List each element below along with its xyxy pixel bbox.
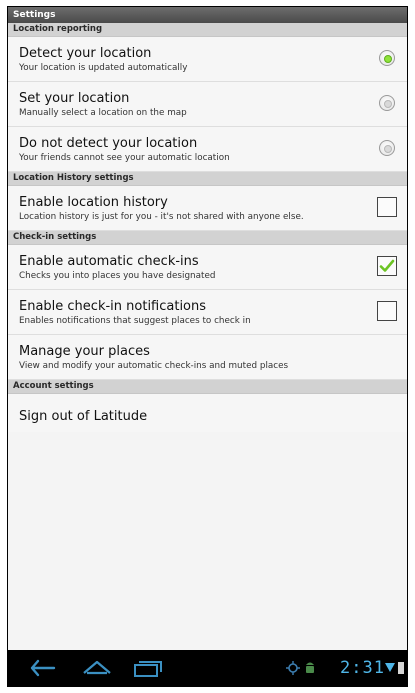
checkbox-location-history[interactable]: [377, 197, 397, 217]
page-title: Settings: [13, 10, 56, 20]
option-summary: Your friends cannot see your automatic l…: [19, 153, 230, 163]
section-checkin: Check-in settings: [8, 231, 407, 245]
option-detect-location[interactable]: Detect your location Your location is up…: [8, 37, 407, 82]
recent-apps-icon[interactable]: [130, 658, 164, 678]
option-title: Do not detect your location: [19, 136, 198, 151]
option-manage-places[interactable]: Manage your places View and modify your …: [8, 335, 407, 380]
option-title: Manage your places: [19, 344, 150, 359]
radio-dot-icon: [384, 55, 392, 63]
back-icon[interactable]: [28, 658, 62, 678]
option-title: Sign out of Latitude: [19, 409, 148, 424]
checkbox-automatic-checkins[interactable]: [377, 256, 397, 276]
home-icon[interactable]: [80, 658, 114, 678]
radio-do-not-detect[interactable]: [379, 140, 395, 156]
signal-icon: [385, 663, 395, 672]
radio-dot-icon: [384, 100, 392, 108]
empty-area: [8, 432, 407, 650]
option-title: Enable automatic check-ins: [19, 254, 199, 269]
option-summary: Enables notifications that suggest place…: [19, 316, 251, 326]
option-set-location[interactable]: Set your location Manually select a loca…: [8, 82, 407, 127]
option-title: Enable location history: [19, 195, 168, 210]
option-location-history[interactable]: Enable location history Location history…: [8, 186, 407, 231]
checkbox-checkin-notifications[interactable]: [377, 301, 397, 321]
checkmark-icon: [379, 259, 395, 272]
option-checkin-notifications[interactable]: Enable check-in notifications Enables no…: [8, 290, 407, 335]
option-automatic-checkins[interactable]: Enable automatic check-ins Checks you in…: [8, 245, 407, 290]
title-bar: Settings: [8, 7, 407, 23]
option-title: Detect your location: [19, 46, 152, 61]
radio-set-location[interactable]: [379, 95, 395, 111]
section-location-reporting: Location reporting: [8, 23, 407, 37]
option-title: Enable check-in notifications: [19, 299, 207, 314]
settings-screen: Settings Location reporting Detect your …: [7, 6, 408, 687]
radio-detect-location[interactable]: [379, 50, 395, 66]
option-title: Set your location: [19, 91, 130, 106]
option-do-not-detect[interactable]: Do not detect your location Your friends…: [8, 127, 407, 172]
section-account: Account settings: [8, 380, 407, 394]
section-location-history: Location History settings: [8, 172, 407, 186]
system-navigation-bar: 2:31: [8, 650, 407, 686]
gps-icon: [286, 661, 300, 675]
option-summary: Location history is just for you - it's …: [19, 212, 304, 222]
option-summary: Checks you into places you have designat…: [19, 271, 216, 281]
status-clock: 2:31: [340, 658, 385, 678]
radio-dot-icon: [384, 145, 392, 153]
option-summary: Your location is updated automatically: [19, 63, 188, 73]
option-summary: View and modify your automatic check-ins…: [19, 361, 289, 371]
battery-icon: [398, 662, 404, 674]
option-summary: Manually select a location on the map: [19, 108, 187, 118]
android-debug-icon: [306, 662, 314, 673]
